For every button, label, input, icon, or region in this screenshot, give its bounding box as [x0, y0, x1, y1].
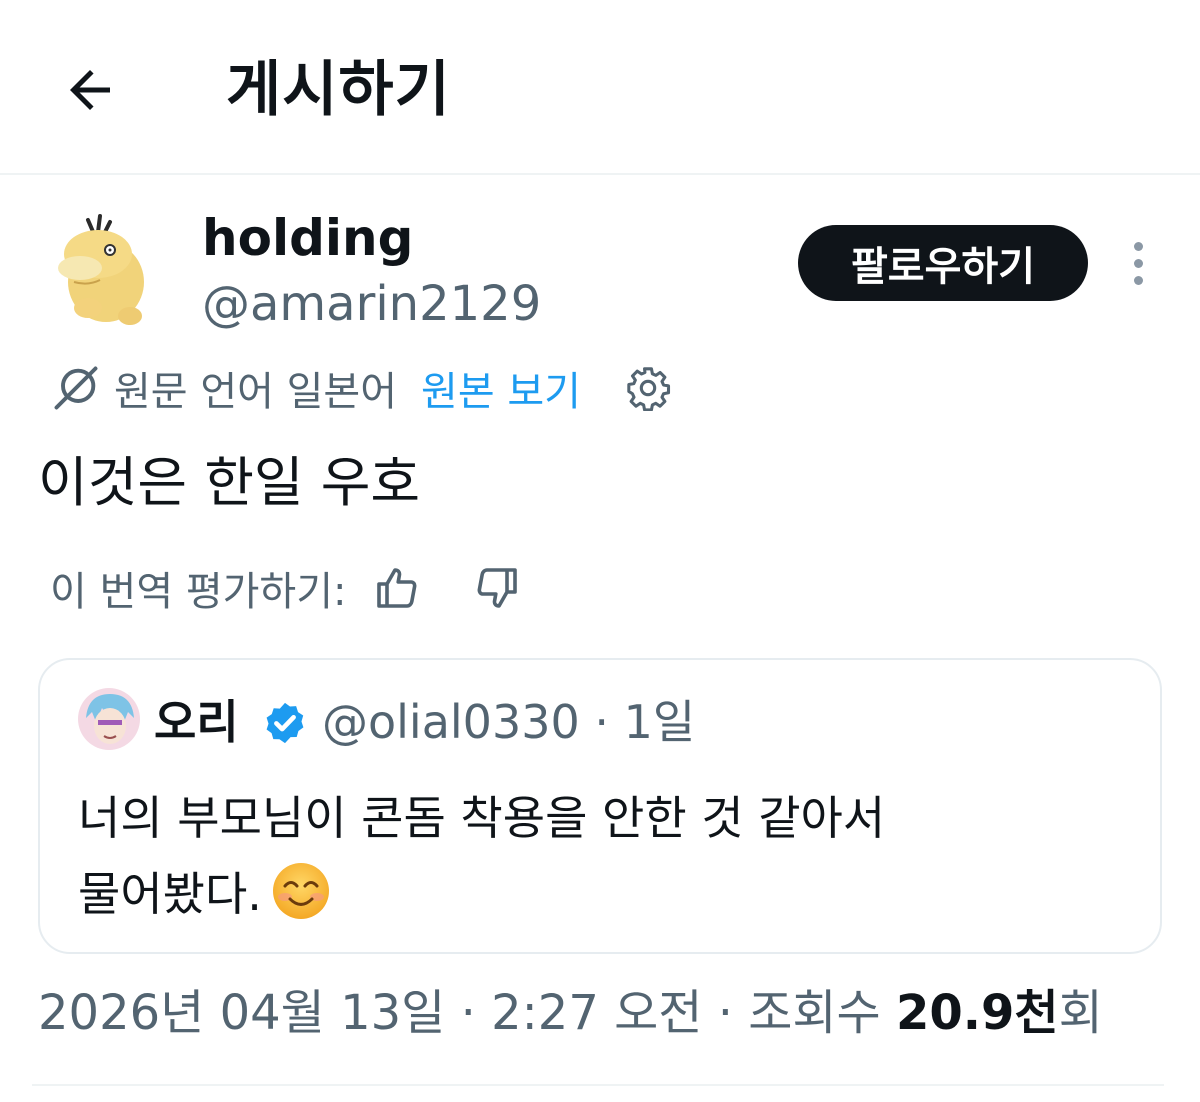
quoted-tweet[interactable]: 오리 @olial0330 · 1일 너의 부모님이 콘돔 착용을 안한 것 같… — [38, 658, 1162, 954]
thumbs-down-button[interactable] — [473, 564, 521, 612]
follow-button[interactable]: 팔로우하기 — [798, 225, 1088, 301]
verified-badge — [262, 700, 308, 746]
rate-translation: 이 번역 평가하기: — [50, 558, 521, 618]
more-button[interactable] — [1118, 238, 1158, 288]
top-bar: 게시하기 — [0, 0, 1200, 175]
divider — [32, 1084, 1164, 1086]
verified-badge-icon — [266, 702, 304, 744]
page-title: 게시하기 — [226, 55, 451, 125]
author-display-name[interactable]: holding — [202, 205, 413, 271]
quoted-tweet-text: 너의 부모님이 콘돔 착용을 안한 것 같아서 물어봤다. — [78, 780, 1118, 932]
translation-language-label: 원문 언어 일본어 — [114, 369, 398, 415]
rate-translation-label: 이 번역 평가하기: — [50, 569, 347, 615]
smiling-face-emoji-icon — [272, 862, 330, 920]
author-handle[interactable]: @amarin2129 — [202, 272, 541, 336]
quoted-display-name[interactable]: 오리 — [154, 692, 239, 752]
tweet-text: 이것은 한일 우호 — [38, 451, 421, 514]
quoted-text-line-2: 물어봤다. — [78, 856, 1118, 932]
gear-icon — [627, 367, 670, 411]
translate-icon — [54, 366, 98, 410]
thumbs-up-button[interactable] — [373, 564, 421, 612]
avatar[interactable] — [48, 212, 156, 332]
tweet-timestamp-and-views: 2026년 04월 13일 · 2:27 오전 · 조회수 20.9천회 — [38, 985, 1103, 1041]
more-vertical-icon — [1133, 241, 1143, 251]
back-button[interactable] — [55, 55, 125, 125]
arrow-left-icon — [70, 70, 110, 110]
psyduck-avatar-icon — [58, 214, 144, 325]
translation-notice: 원문 언어 일본어 원본 보기 — [50, 358, 671, 418]
quoted-avatar[interactable] — [78, 688, 140, 750]
quoted-text-line-1: 너의 부모님이 콘돔 착용을 안한 것 같아서 — [78, 791, 886, 845]
quoted-handle-and-time[interactable]: @olial0330 · 1일 — [322, 692, 695, 752]
thumbs-down-icon — [477, 568, 517, 608]
thumbs-up-icon — [376, 568, 416, 608]
views-count[interactable]: 20.9천 — [896, 985, 1059, 1041]
show-original-link[interactable]: 원본 보기 — [421, 359, 581, 417]
translation-settings-button[interactable] — [625, 365, 671, 411]
anime-character-avatar-icon — [78, 688, 140, 750]
